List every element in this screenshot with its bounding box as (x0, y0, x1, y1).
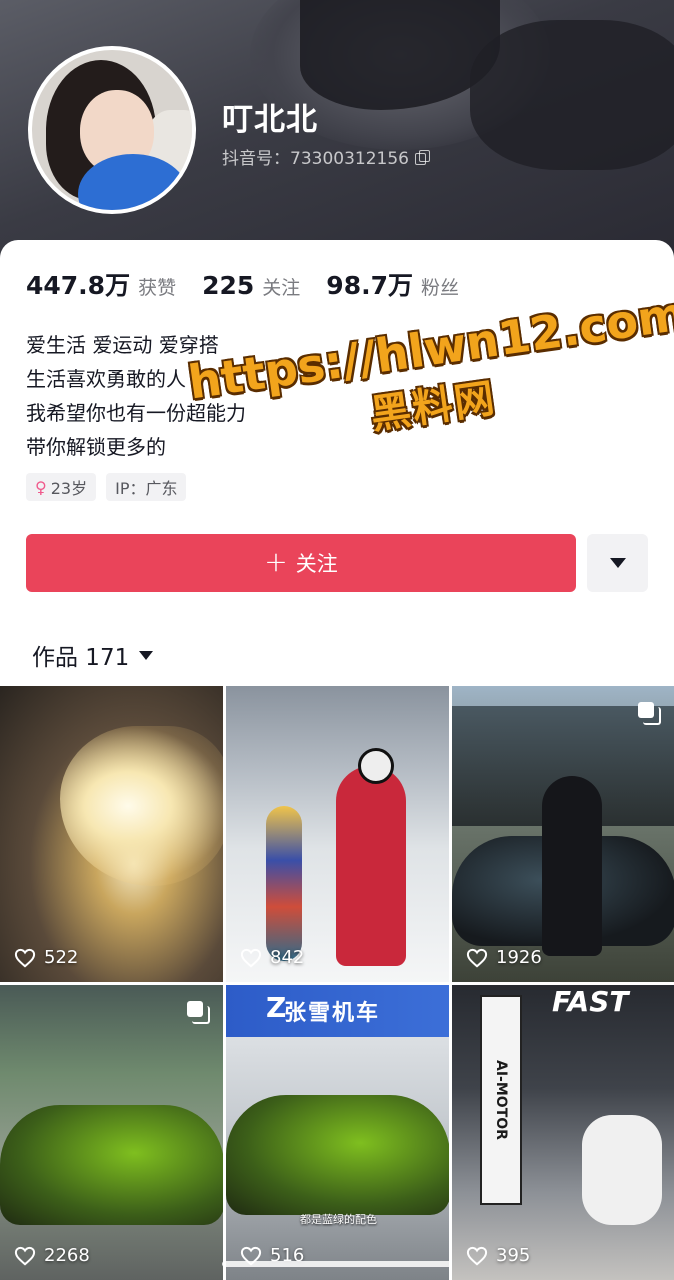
ip-text: IP：广东 (115, 479, 178, 498)
stat-following-label: 关注 (262, 277, 301, 299)
video-tile[interactable]: 2268 (0, 985, 223, 1280)
heart-icon (14, 1246, 36, 1265)
stat-likes-value: 447.8万 (26, 271, 131, 300)
stat-following[interactable]: 225 关注 (202, 271, 300, 300)
age-text: 23岁 (50, 479, 88, 498)
tile-thumbnail (226, 1095, 449, 1215)
heart-icon (466, 948, 488, 967)
bio-line: 生活喜欢勇敢的人 (26, 367, 186, 391)
works-grid: 522 842 1926 2268 Z 张雪机车 都是蓝绿的配色 516 FAS… (0, 686, 674, 1280)
multi-image-icon (187, 1001, 210, 1024)
tile-thumbnail (582, 1115, 662, 1225)
female-icon: ♀ (35, 477, 47, 497)
more-options-button[interactable] (587, 534, 648, 592)
heart-icon (466, 1246, 488, 1265)
tile-thumbnail (0, 1105, 223, 1225)
like-count: 522 (14, 947, 78, 968)
tile-thumbnail (266, 806, 302, 961)
like-count: 2268 (14, 1245, 90, 1266)
tile-thumbnail (336, 766, 406, 966)
like-count-text: 2268 (44, 1245, 90, 1266)
stat-following-value: 225 (202, 271, 255, 300)
caret-down-icon (139, 650, 154, 660)
heart-icon (14, 948, 36, 967)
shop-sign: Z 张雪机车 (226, 985, 449, 1037)
video-caption: 都是蓝绿的配色 (300, 1213, 377, 1226)
douyin-id[interactable]: 抖音号：73300312156 (222, 144, 430, 169)
banner-background (470, 20, 674, 170)
video-tile[interactable]: 842 (226, 686, 449, 982)
like-count-text: 522 (44, 947, 79, 968)
follow-label: 关注 (295, 552, 338, 576)
profile-stats: 447.8万 获赞 225 关注 98.7万 粉丝 (26, 266, 485, 302)
avatar[interactable] (28, 46, 196, 214)
tile-thumbnail (358, 748, 394, 784)
plus-icon: + (264, 544, 288, 578)
brand-z-icon: Z (266, 991, 289, 1024)
stat-likes[interactable]: 447.8万 获赞 (26, 266, 176, 302)
video-tile[interactable]: Z 张雪机车 都是蓝绿的配色 516 (226, 985, 449, 1280)
age-tag: ♀ 23岁 (26, 473, 97, 501)
tab-works[interactable]: 作品 171 (32, 638, 154, 672)
profile-bio: 爱生活 爱运动 爱穿搭 生活喜欢勇敢的人 我希望你也有一份超能力 带你解锁更多的 (26, 328, 246, 464)
ip-tag: IP：广东 (106, 473, 187, 501)
like-count-text: 395 (496, 1245, 531, 1266)
follow-button[interactable]: + 关注 (26, 534, 576, 592)
like-count-text: 1926 (496, 947, 542, 968)
caret-down-icon (609, 558, 626, 568)
tile-thumbnail (60, 726, 223, 886)
heart-icon (240, 948, 262, 967)
like-count: 842 (240, 947, 304, 968)
profile-nickname: 叮北北 (222, 102, 318, 138)
like-count-text: 842 (270, 947, 305, 968)
home-indicator (222, 1261, 452, 1267)
stat-followers-label: 粉丝 (420, 277, 459, 299)
copy-icon[interactable] (414, 149, 430, 165)
shop-sign-text: 张雪机车 (284, 1001, 381, 1026)
bio-line: 我希望你也有一份超能力 (26, 401, 246, 425)
motor-flag: AI-MOTOR (480, 995, 522, 1205)
stat-likes-label: 获赞 (138, 277, 177, 299)
video-tile[interactable]: FAST AI-MOTOR 395 (452, 985, 674, 1280)
video-tile[interactable]: 1926 (452, 686, 674, 982)
multi-image-icon (638, 702, 661, 725)
tile-thumbnail (542, 776, 602, 956)
like-count: 1926 (466, 947, 542, 968)
video-tile[interactable]: 522 (0, 686, 223, 982)
stat-followers-value: 98.7万 (326, 271, 413, 300)
douyin-id-text: 抖音号：73300312156 (222, 149, 409, 169)
stat-followers[interactable]: 98.7万 粉丝 (326, 266, 459, 302)
like-count: 395 (466, 1245, 530, 1266)
bio-line: 爱生活 爱运动 爱穿搭 (26, 333, 219, 357)
bio-line: 带你解锁更多的 (26, 435, 166, 459)
works-label: 作品 171 (32, 645, 130, 671)
fast-sign: FAST (552, 985, 629, 1018)
profile-tags: ♀ 23岁 IP：广东 (26, 473, 187, 501)
